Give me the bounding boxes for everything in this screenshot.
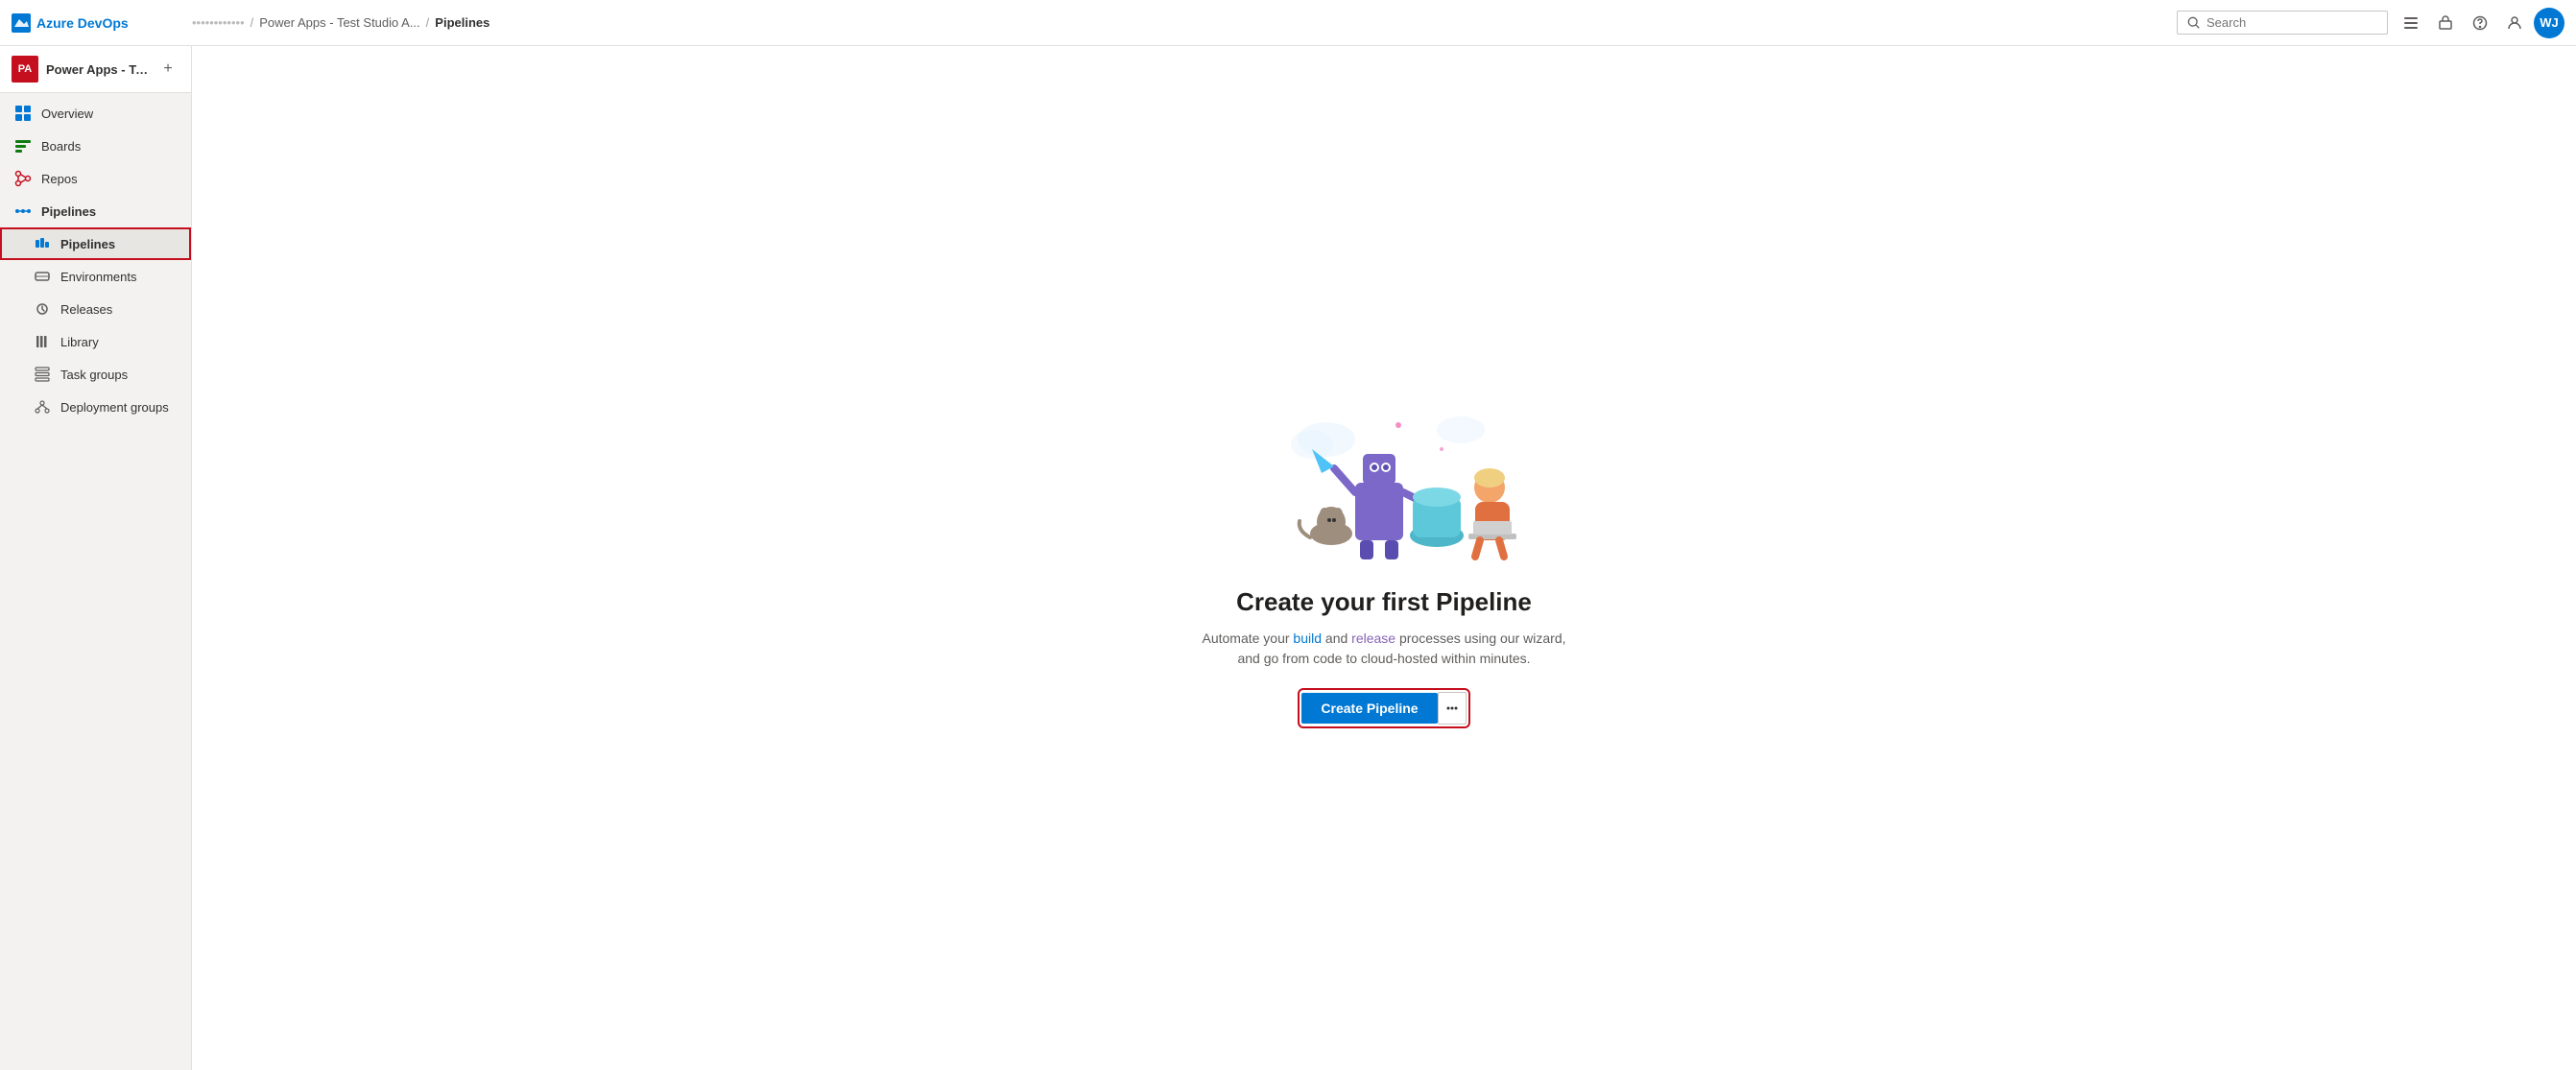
- sidebar-item-boards[interactable]: Boards: [0, 130, 191, 162]
- project-name: Power Apps - Test Stud...: [46, 62, 149, 77]
- hero-actions: Create Pipeline: [1301, 692, 1466, 725]
- search-box[interactable]: [2177, 11, 2388, 35]
- hero-illustration: [1230, 392, 1538, 564]
- sidebar-header: PA Power Apps - Test Stud... +: [0, 46, 191, 93]
- app-name: Azure DevOps: [36, 15, 129, 31]
- sidebar: PA Power Apps - Test Stud... + Overview: [0, 46, 192, 1070]
- releases-icon: [34, 300, 51, 318]
- add-project-button[interactable]: +: [156, 58, 179, 81]
- boards-label: Boards: [41, 139, 81, 154]
- release-link[interactable]: release: [1351, 630, 1395, 646]
- pipelines-section-label: Pipelines: [41, 204, 96, 219]
- topbar-actions: WJ: [2396, 8, 2564, 38]
- create-pipeline-button[interactable]: Create Pipeline: [1301, 693, 1437, 724]
- pipelines-item-icon: [34, 235, 51, 252]
- environments-label: Environments: [60, 270, 136, 284]
- breadcrumb-org: ••••••••••••: [192, 15, 245, 30]
- repos-icon: [14, 170, 32, 187]
- sidebar-item-pipelines-section[interactable]: Pipelines: [0, 195, 191, 227]
- build-link[interactable]: build: [1293, 630, 1322, 646]
- topbar: Azure DevOps •••••••••••• / Power Apps -…: [0, 0, 2576, 46]
- sidebar-item-pipelines[interactable]: Pipelines: [0, 227, 191, 260]
- more-options-icon: [1444, 701, 1460, 716]
- breadcrumb: •••••••••••• / Power Apps - Test Studio …: [192, 15, 2169, 30]
- overview-icon: [14, 105, 32, 122]
- deployment-groups-label: Deployment groups: [60, 400, 169, 415]
- boards-icon: [14, 137, 32, 155]
- more-options-button[interactable]: [1438, 692, 1467, 725]
- sidebar-item-overview[interactable]: Overview: [0, 97, 191, 130]
- library-icon: [34, 333, 51, 350]
- layout: PA Power Apps - Test Stud... + Overview: [0, 46, 2576, 1070]
- user-avatar[interactable]: WJ: [2534, 8, 2564, 38]
- sidebar-item-deployment-groups[interactable]: Deployment groups: [0, 391, 191, 423]
- settings-button[interactable]: [2396, 8, 2426, 38]
- help-button[interactable]: [2465, 8, 2495, 38]
- pipelines-item-label: Pipelines: [60, 237, 115, 251]
- hero-title: Create your first Pipeline: [1236, 587, 1532, 617]
- project-icon: PA: [12, 56, 38, 83]
- pipelines-section-icon: [14, 202, 32, 220]
- sidebar-item-environments[interactable]: Environments: [0, 260, 191, 293]
- overview-label: Overview: [41, 107, 93, 121]
- sidebar-item-repos[interactable]: Repos: [0, 162, 191, 195]
- hero-area: Create your first Pipeline Automate your…: [192, 46, 2576, 1070]
- releases-label: Releases: [60, 302, 112, 317]
- repos-label: Repos: [41, 172, 78, 186]
- environments-icon: [34, 268, 51, 285]
- sidebar-item-task-groups[interactable]: Task groups: [0, 358, 191, 391]
- sidebar-nav: Overview Boards: [0, 93, 191, 427]
- shopping-button[interactable]: [2430, 8, 2461, 38]
- task-groups-label: Task groups: [60, 368, 128, 382]
- sidebar-item-library[interactable]: Library: [0, 325, 191, 358]
- task-groups-icon: [34, 366, 51, 383]
- sidebar-item-releases[interactable]: Releases: [0, 293, 191, 325]
- hero-subtitle: Automate your build and release processe…: [1192, 629, 1576, 669]
- deployment-groups-icon: [34, 398, 51, 416]
- search-icon: [2187, 16, 2201, 30]
- app-logo[interactable]: Azure DevOps: [12, 13, 184, 33]
- library-label: Library: [60, 335, 99, 349]
- breadcrumb-project[interactable]: Power Apps - Test Studio A...: [259, 15, 419, 30]
- breadcrumb-page[interactable]: Pipelines: [435, 15, 489, 30]
- search-input[interactable]: [2206, 15, 2370, 30]
- create-pipeline-box: Create Pipeline: [1301, 692, 1466, 725]
- profile-icon-button[interactable]: [2499, 8, 2530, 38]
- main-content: Create your first Pipeline Automate your…: [192, 46, 2576, 1070]
